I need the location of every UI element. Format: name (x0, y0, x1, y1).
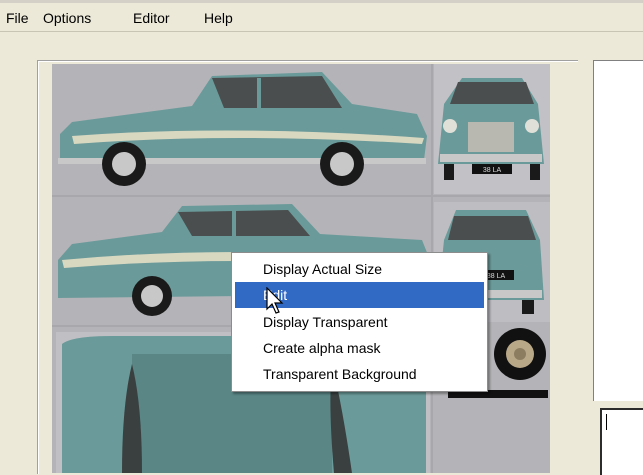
menu-editor[interactable]: Editor (133, 10, 170, 26)
svg-text:38 LA: 38 LA (487, 273, 506, 280)
menu-file[interactable]: File (6, 10, 29, 26)
context-item-create-alpha-mask[interactable]: Create alpha mask (235, 335, 484, 361)
text-caret (606, 414, 607, 430)
context-menu: Display Actual Size Edit Display Transpa… (231, 252, 488, 392)
context-item-edit[interactable]: Edit (235, 282, 484, 308)
menu-help[interactable]: Help (204, 10, 233, 26)
svg-text:38 LA: 38 LA (483, 167, 502, 174)
menu-options[interactable]: Options (43, 10, 91, 26)
preview-panel (593, 60, 643, 402)
context-item-transparent-background[interactable]: Transparent Background (235, 361, 484, 387)
context-item-display-transparent[interactable]: Display Transparent (235, 309, 484, 335)
menu-bar: File Options Editor Help (0, 3, 643, 32)
context-item-display-actual-size[interactable]: Display Actual Size (235, 256, 484, 282)
